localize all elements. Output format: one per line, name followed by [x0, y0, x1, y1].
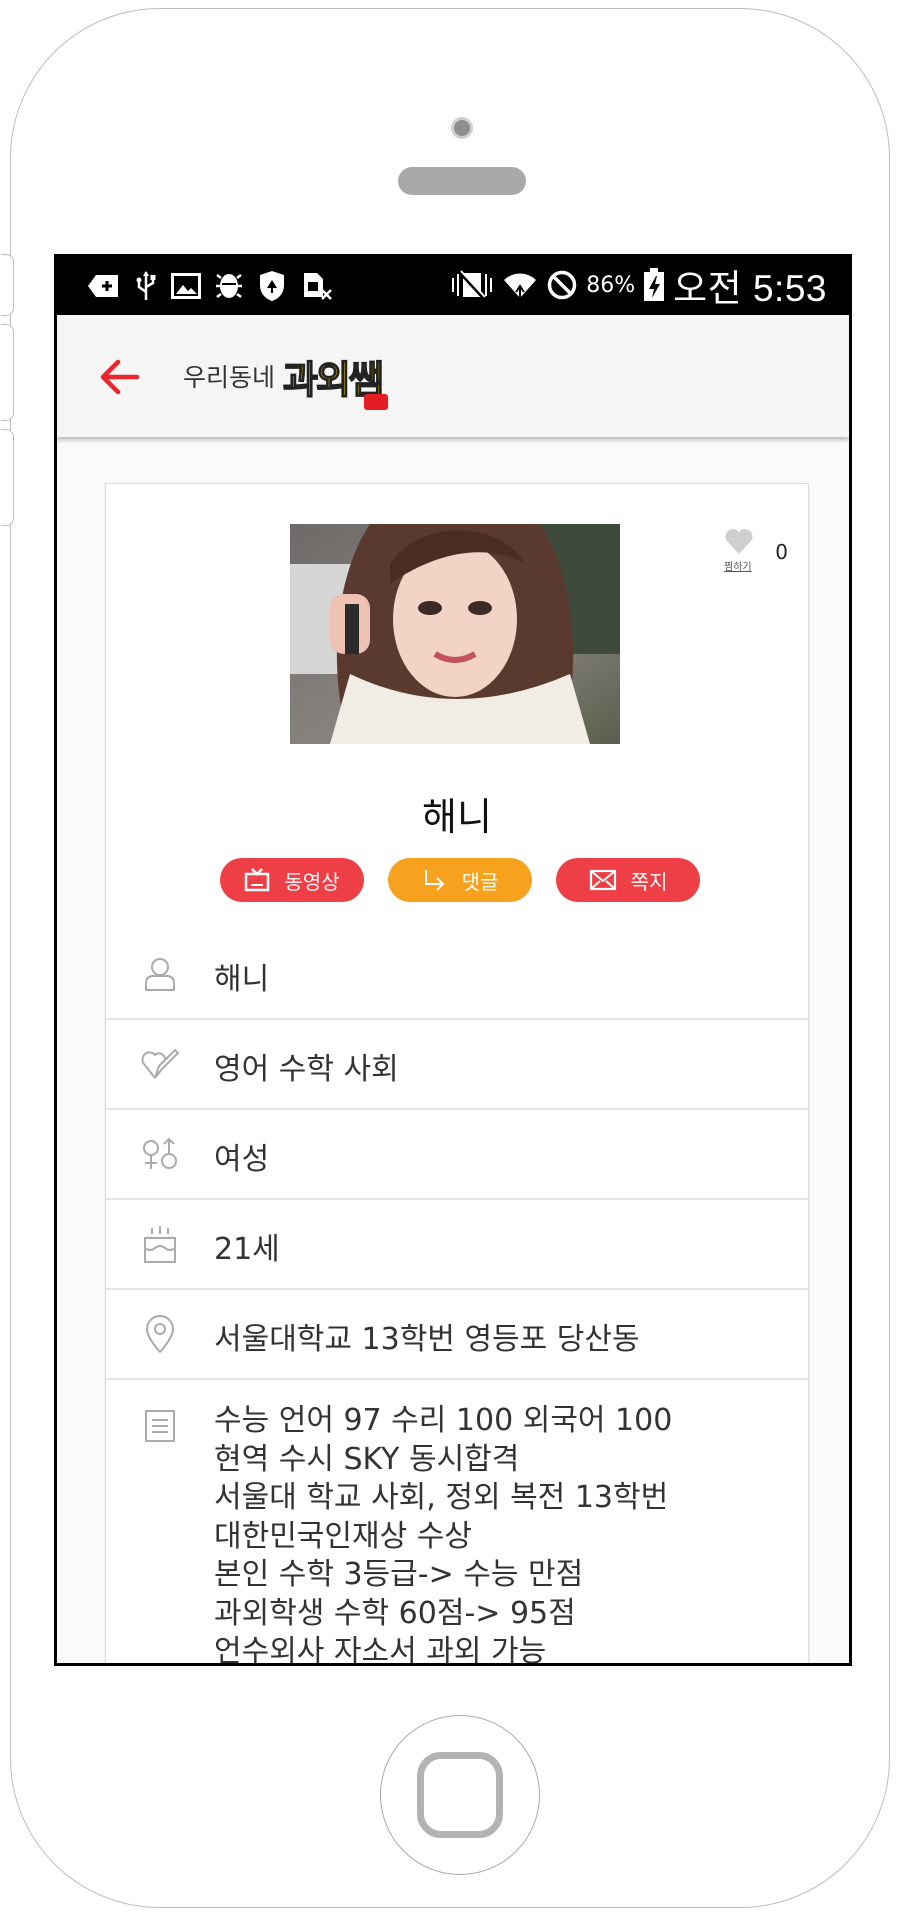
comment-button-label: 댓글 — [461, 869, 499, 894]
arrow-left-icon[interactable] — [99, 359, 139, 395]
description-line: 과외학생 수학 60점-> 95점 — [214, 1595, 576, 1631]
profile-photo[interactable] — [290, 524, 620, 744]
profile-card: 찜하기 0 해니 동영상 댓글 쪽지 해니 영어 수학 사회 여성 21세 서울… — [105, 483, 809, 1666]
info-row-location: 서울대학교 13학번 영등포 당산동 — [106, 1290, 808, 1380]
description-line: 언수외사 자소서 과외 가능 — [214, 1634, 547, 1666]
home-button-inner — [417, 1752, 503, 1838]
shield-icon — [257, 269, 287, 303]
brand-small-text: 우리동네 — [183, 363, 276, 392]
camera-dot — [451, 117, 473, 139]
description-line: 현역 수시 SKY 동시합격 — [214, 1441, 520, 1477]
like-label: 찜하기 — [724, 562, 752, 573]
side-button — [1, 254, 14, 316]
action-buttons: 동영상 댓글 쪽지 — [220, 858, 700, 902]
info-row-text: 서울대학교 13학번 영등포 당산동 — [214, 1322, 640, 1357]
heart-icon — [725, 529, 753, 554]
description-line: 대한민국인재상 수상 — [214, 1518, 472, 1554]
info-row-description: 수능 언어 97 수리 100 외국어 100 현역 수시 SKY 동시합격 서… — [106, 1380, 808, 1666]
main-content[interactable]: 찜하기 0 해니 동영상 댓글 쪽지 해니 영어 수학 사회 여성 21세 서울… — [57, 437, 849, 1666]
brand-big-text: 과외쌤 — [282, 349, 388, 410]
android-debug-icon — [215, 270, 243, 302]
description-line: 본인 수학 3등급-> 수능 만점 — [214, 1557, 584, 1592]
info-row-text: 해니 — [214, 962, 270, 997]
mail-icon — [589, 869, 616, 891]
info-row-subjects: 영어 수학 사회 — [106, 1020, 808, 1110]
profile-name: 해니 — [422, 795, 492, 839]
comment-button[interactable]: 댓글 — [388, 858, 532, 902]
status-time: 오전 5:53 — [673, 268, 827, 309]
message-button[interactable]: 쪽지 — [556, 858, 700, 902]
user-icon — [140, 954, 180, 994]
earpiece-speaker — [398, 167, 526, 195]
wifi-icon — [502, 268, 538, 302]
message-button-label: 쪽지 — [630, 869, 668, 894]
gender-icon — [140, 1134, 180, 1174]
status-bar: 86% 오전 5:53 — [57, 257, 849, 315]
video-button-label: 동영상 — [284, 869, 340, 894]
info-row-age: 21세 — [106, 1200, 808, 1290]
like-count: 0 — [775, 540, 788, 564]
reply-arrow-icon — [424, 870, 445, 891]
battery-charging-icon — [643, 268, 665, 302]
description-line: 서울대 학교 사회, 정외 복전 13학번 — [214, 1480, 669, 1515]
play-badge-icon — [363, 393, 388, 410]
tv-icon — [245, 868, 270, 892]
subject-pencil-icon — [140, 1044, 180, 1084]
app-logo: 우리동네 과외쌤 — [183, 349, 388, 410]
info-row-text: 21세 — [214, 1232, 280, 1267]
side-button — [1, 324, 14, 421]
description-line: 수능 언어 97 수리 100 외국어 100 — [214, 1403, 673, 1438]
document-icon — [140, 1406, 180, 1446]
vibrate-icon — [450, 270, 494, 300]
cake-icon — [140, 1224, 180, 1264]
device-screen: 86% 오전 5:53 우리동네 과외쌤 찜하기 0 해니 동영상 댓글 쪽지 … — [54, 254, 852, 1666]
like-button[interactable]: 찜하기 0 — [716, 524, 788, 574]
battery-percent: 86% — [586, 272, 636, 298]
status-bar-notifications — [87, 267, 333, 305]
info-row-text: 여성 — [214, 1142, 270, 1177]
side-button — [1, 429, 14, 526]
usb-icon — [135, 270, 157, 302]
image-icon — [171, 273, 201, 299]
block-icon — [546, 269, 578, 301]
info-row-gender: 여성 — [106, 1110, 808, 1200]
home-button[interactable] — [380, 1715, 540, 1875]
app-bar: 우리동네 과외쌤 — [57, 315, 849, 437]
sim-off-icon — [301, 271, 333, 301]
info-row-text: 영어 수학 사회 — [214, 1052, 399, 1087]
info-row-name: 해니 — [106, 930, 808, 1020]
video-button[interactable]: 동영상 — [220, 858, 364, 902]
description-text: 수능 언어 97 수리 100 외국어 100 현역 수시 SKY 동시합격 서… — [214, 1402, 673, 1666]
add-notification-icon — [87, 273, 121, 299]
status-bar-system: 86% 오전 5:53 — [450, 263, 827, 309]
info-list: 해니 영어 수학 사회 여성 21세 서울대학교 13학번 영등포 당산동 수능… — [106, 930, 808, 1666]
location-pin-icon — [140, 1314, 180, 1354]
